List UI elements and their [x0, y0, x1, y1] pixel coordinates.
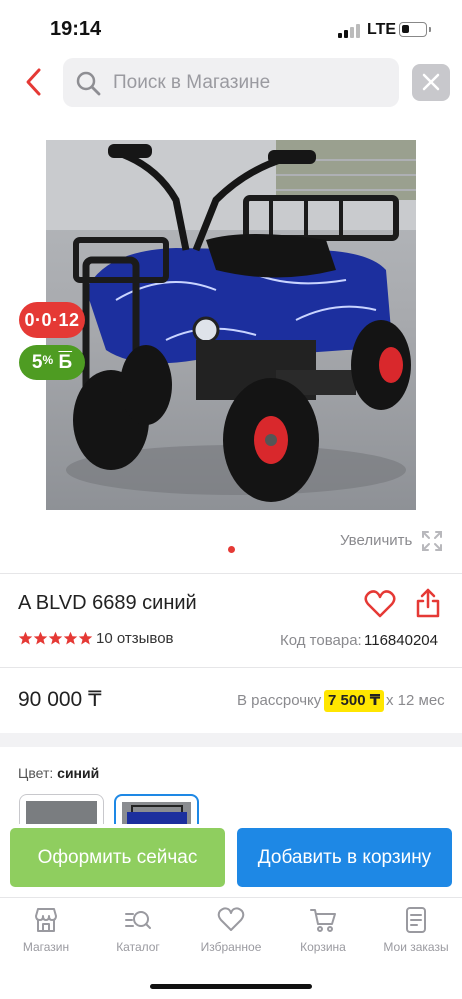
bonus-unit: % — [42, 353, 54, 367]
color-label: Цвет: синий — [18, 765, 99, 781]
cart-icon — [310, 909, 336, 932]
star-icon — [33, 631, 48, 645]
tab-favorites[interactable]: Избранное — [185, 906, 277, 962]
rating-stars — [18, 631, 93, 647]
timer-badge: 0·0·12 — [19, 302, 85, 338]
status-time: 19:14 — [50, 18, 102, 40]
back-button[interactable] — [20, 66, 50, 98]
network-type: LTE — [367, 21, 397, 38]
color-swatch-selected[interactable] — [114, 794, 199, 824]
installment-label: В рассрочку — [237, 692, 322, 709]
search-box[interactable] — [63, 58, 399, 107]
star-icon — [48, 631, 63, 645]
battery-icon — [399, 22, 427, 37]
tab-label: Корзина — [300, 940, 346, 954]
clear-button[interactable] — [412, 64, 450, 101]
installment-term: х 12 мес — [386, 692, 445, 709]
store-icon — [35, 908, 57, 932]
product-image[interactable] — [46, 140, 416, 510]
bonus-pct: 5 — [31, 352, 43, 373]
search-icon — [76, 71, 101, 96]
expand-icon[interactable] — [420, 529, 444, 553]
color-label-text: Цвет: — [18, 765, 54, 781]
heart-icon[interactable] — [364, 589, 396, 619]
battery-tip — [429, 27, 431, 32]
price: 90 000 ₸ — [18, 688, 102, 711]
bonus-badge: 5% Б — [19, 345, 85, 380]
battery-level — [402, 25, 409, 33]
tab-label: Избранное — [200, 940, 262, 954]
tab-label: Магазин — [22, 940, 70, 954]
zoom-label[interactable]: Увеличить — [340, 532, 412, 549]
swatch-thumbnail — [26, 801, 97, 824]
product-title: A BLVD 6689 синий — [18, 592, 197, 614]
chevron-left-icon — [26, 68, 41, 96]
divider — [0, 667, 462, 668]
home-indicator — [150, 984, 312, 989]
heart-icon — [217, 907, 245, 931]
signal-icon — [338, 22, 362, 38]
reviews-link[interactable]: 10 отзывов — [96, 630, 174, 647]
checkout-button[interactable]: Оформить сейчас — [10, 828, 225, 887]
share-icon[interactable] — [414, 587, 442, 619]
orders-icon — [406, 907, 426, 933]
product-code-value: 116840204 — [364, 632, 438, 649]
installment-amount[interactable]: 7 500 ₸ — [324, 690, 385, 712]
product-code-label: Код товара: — [280, 632, 362, 649]
close-icon — [422, 73, 440, 91]
add-to-cart-button[interactable]: Добавить в корзину — [237, 828, 452, 887]
tab-cart[interactable]: Корзина — [277, 906, 369, 962]
tab-label: Мои заказы — [383, 940, 449, 954]
tab-label: Каталог — [116, 940, 160, 954]
tab-catalog[interactable]: Каталог — [92, 906, 184, 962]
tab-store[interactable]: Магазин — [0, 906, 92, 962]
swatch-thumbnail — [122, 802, 191, 824]
star-icon — [78, 631, 93, 645]
divider — [0, 573, 462, 574]
bonus-letter: Б — [58, 352, 73, 373]
star-icon — [63, 631, 78, 645]
color-swatch[interactable] — [19, 794, 104, 824]
tab-orders[interactable]: Мои заказы — [370, 906, 462, 962]
search-input[interactable] — [113, 70, 383, 96]
catalog-icon — [125, 911, 151, 929]
section-separator — [0, 733, 462, 747]
color-value: синий — [57, 765, 100, 781]
status-bar: 19:14 LTE — [0, 0, 462, 56]
star-icon — [18, 631, 33, 645]
image-pager-dot[interactable] — [228, 546, 235, 553]
